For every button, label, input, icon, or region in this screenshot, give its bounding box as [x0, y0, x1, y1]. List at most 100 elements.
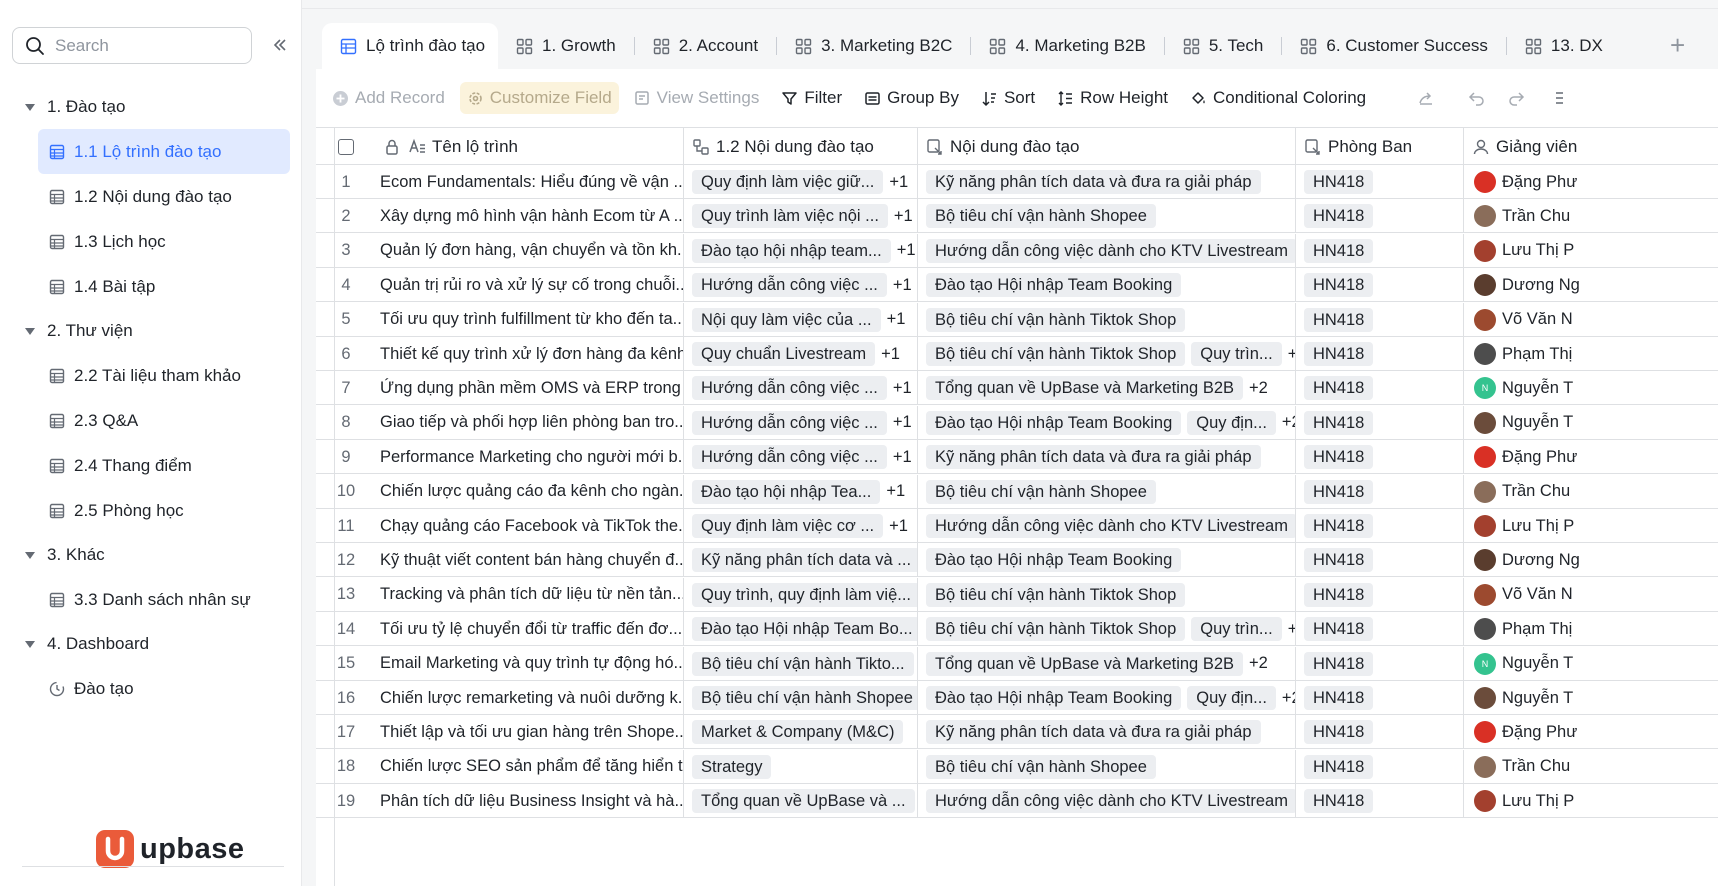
- more-options-button[interactable]: [1548, 82, 1578, 114]
- sidebar-item-1-3[interactable]: 1.3 Lịch học: [38, 219, 290, 264]
- table-row[interactable]: 5 Tối ưu quy trình fulfillment từ kho đến…: [316, 302, 1718, 337]
- share-button[interactable]: [1411, 82, 1441, 114]
- cell-phong-ban[interactable]: HN418: [1296, 405, 1464, 440]
- sidebar-item-2-2[interactable]: 2.3 Q&A: [38, 398, 290, 443]
- tab-5[interactable]: 4. Marketing B2B: [971, 23, 1163, 69]
- cell-noi-dung[interactable]: Kỹ năng phân tích data và đưa ra giải ph…: [918, 440, 1296, 475]
- cell-giang-vien[interactable]: Trần Chu: [1464, 199, 1718, 233]
- column-header-noi-dung-12[interactable]: 1.2 Nội dung đào tạo: [684, 128, 918, 165]
- cell-giang-vien[interactable]: Lưu Thị P: [1464, 234, 1718, 268]
- cell-ten-lo-trinh[interactable]: Phân tích dữ liệu Business Insight và hà…: [376, 784, 684, 819]
- cell-noi-dung-12[interactable]: Đào tạo hội nhập team... +1: [684, 233, 918, 268]
- cell-giang-vien[interactable]: N Nguyễn T: [1464, 371, 1718, 405]
- cell-noi-dung[interactable]: Bộ tiêu chí vận hành Tiktok Shop: [918, 302, 1296, 337]
- cell-giang-vien[interactable]: Võ Văn N: [1464, 303, 1718, 337]
- sidebar-item-1-2[interactable]: 1.2 Nội dung đào tạo: [38, 174, 290, 219]
- cell-noi-dung[interactable]: Đào tạo Hội nhập Team Booking: [918, 268, 1296, 303]
- cell-noi-dung-12[interactable]: Đào tạo Hội nhập Team Bo...: [684, 612, 918, 647]
- cell-ten-lo-trinh[interactable]: Chiến lược remarketing và nuôi dưỡng k..…: [376, 681, 684, 715]
- cell-ten-lo-trinh[interactable]: Tracking và phân tích dữ liệu từ nền tản…: [376, 577, 684, 612]
- sidebar-item-3-1[interactable]: 3.3 Danh sách nhân sự: [38, 577, 290, 622]
- cell-noi-dung[interactable]: Kỹ năng phân tích data và đưa ra giải ph…: [918, 715, 1296, 750]
- sidebar-item-1-1[interactable]: 1.1 Lộ trình đào tạo: [38, 129, 290, 174]
- sidebar-item-2-1[interactable]: 2.2 Tài liệu tham khảo: [38, 353, 290, 398]
- sidebar-group-1[interactable]: 1. Đào tạo: [0, 85, 302, 129]
- sidebar-item-4-1[interactable]: Đào tạo: [38, 666, 290, 711]
- cell-ten-lo-trinh[interactable]: Thiết kế quy trình xử lý đơn hàng đa kên…: [376, 337, 684, 371]
- cell-noi-dung[interactable]: Bộ tiêu chí vận hành Tiktok Shop Quy trìn…: [918, 337, 1296, 371]
- cell-giang-vien[interactable]: Đặng Phư: [1464, 440, 1718, 474]
- table-row[interactable]: 15 Email Marketing và quy trình tự động h…: [316, 646, 1718, 681]
- sidebar-group-3[interactable]: 3. Khác: [0, 533, 302, 577]
- tab-6[interactable]: 5. Tech: [1165, 23, 1282, 69]
- column-header-phong-ban[interactable]: Phòng Ban: [1296, 128, 1464, 165]
- cell-noi-dung[interactable]: Bộ tiêu chí vận hành Shopee: [918, 199, 1296, 234]
- cell-noi-dung-12[interactable]: Quy định làm việc cơ ... +1: [684, 509, 918, 543]
- table-row[interactable]: 12 Kỹ thuật viết content bán hàng chuyển …: [316, 543, 1718, 578]
- cell-noi-dung-12[interactable]: Strategy: [684, 749, 918, 784]
- cell-noi-dung-12[interactable]: Bộ tiêu chí vận hành Shopee: [684, 681, 918, 715]
- cell-giang-vien[interactable]: Phạm Thị: [1464, 337, 1718, 371]
- add-tab-button[interactable]: +: [1670, 32, 1685, 58]
- cell-noi-dung-12[interactable]: Nội quy làm việc của ... +1: [684, 302, 918, 337]
- cell-ten-lo-trinh[interactable]: Chiến lược quảng cáo đa kênh cho ngàn...: [376, 474, 684, 509]
- cell-noi-dung[interactable]: Bộ tiêu chí vận hành Shopee: [918, 474, 1296, 509]
- table-row[interactable]: 19 Phân tích dữ liệu Business Insight và …: [316, 784, 1718, 819]
- cell-noi-dung[interactable]: Hướng dẫn công việc dành cho KTV Livestr…: [918, 509, 1296, 543]
- cell-phong-ban[interactable]: HN418: [1296, 715, 1464, 750]
- cell-phong-ban[interactable]: HN418: [1296, 681, 1464, 715]
- cell-ten-lo-trinh[interactable]: Tối ưu tỷ lệ chuyển đổi từ traffic đến đ…: [376, 612, 684, 647]
- add-record-button[interactable]: Add Record: [325, 82, 452, 114]
- cell-noi-dung[interactable]: Bộ tiêu chí vận hành Shopee: [918, 749, 1296, 784]
- table-row[interactable]: 11 Chạy quảng cáo Facebook và TikTok the.…: [316, 509, 1718, 543]
- cell-phong-ban[interactable]: HN418: [1296, 784, 1464, 819]
- cell-ten-lo-trinh[interactable]: Thiết lập và tối ưu gian hàng trên Shope…: [376, 715, 684, 750]
- cell-phong-ban[interactable]: HN418: [1296, 268, 1464, 303]
- cell-noi-dung-12[interactable]: Hướng dẫn công việc ... +1: [684, 371, 918, 406]
- cell-phong-ban[interactable]: HN418: [1296, 440, 1464, 475]
- cell-ten-lo-trinh[interactable]: Tối ưu quy trình fulfillment từ kho đến …: [376, 302, 684, 337]
- tab-8[interactable]: 13. DX: [1507, 23, 1621, 69]
- cell-ten-lo-trinh[interactable]: Ứng dụng phần mềm OMS và ERP trong ...: [376, 371, 684, 406]
- cell-noi-dung-12[interactable]: Quy trình, quy định làm việ...: [684, 577, 918, 612]
- cell-ten-lo-trinh[interactable]: Chiến lược SEO sản phẩm để tăng hiển t..…: [376, 749, 684, 784]
- table-row[interactable]: 1 Ecom Fundamentals: Hiểu đúng về vận ...…: [316, 165, 1718, 199]
- table-row[interactable]: 13 Tracking và phân tích dữ liệu từ nền t…: [316, 577, 1718, 612]
- cell-noi-dung-12[interactable]: Đào tạo hội nhập Tea... +1: [684, 474, 918, 509]
- cell-giang-vien[interactable]: Đặng Phư: [1464, 715, 1718, 749]
- cell-noi-dung[interactable]: Đào tạo Hội nhập Team Booking: [918, 543, 1296, 578]
- collapse-sidebar-button[interactable]: [268, 33, 292, 57]
- cell-phong-ban[interactable]: HN418: [1296, 302, 1464, 337]
- cell-giang-vien[interactable]: Phạm Thị: [1464, 612, 1718, 646]
- column-header-noi-dung[interactable]: Nội dung đào tạo: [918, 128, 1296, 165]
- column-header-ten-lo-trinh[interactable]: Tên lộ trình: [376, 128, 684, 165]
- cell-phong-ban[interactable]: HN418: [1296, 749, 1464, 784]
- cell-giang-vien[interactable]: Lưu Thị P: [1464, 784, 1718, 818]
- cell-noi-dung-12[interactable]: Hướng dẫn công việc ... +1: [684, 268, 918, 303]
- cell-giang-vien[interactable]: Dương Ng: [1464, 543, 1718, 577]
- cell-noi-dung[interactable]: Bộ tiêu chí vận hành Tiktok Shop: [918, 577, 1296, 612]
- cell-phong-ban[interactable]: HN418: [1296, 474, 1464, 509]
- table-row[interactable]: 14 Tối ưu tỷ lệ chuyển đổi từ traffic đến…: [316, 612, 1718, 647]
- cell-noi-dung-12[interactable]: Quy định làm việc giữ... +1: [684, 165, 918, 199]
- sort-button[interactable]: Sort: [974, 82, 1042, 114]
- cell-ten-lo-trinh[interactable]: Quản lý đơn hàng, vận chuyển và tồn kh..…: [376, 233, 684, 268]
- search-box[interactable]: [12, 27, 252, 64]
- cell-noi-dung-12[interactable]: Tổng quan về UpBase và ...: [684, 784, 918, 819]
- cell-noi-dung[interactable]: Bộ tiêu chí vận hành Tiktok Shop Quy trìn…: [918, 612, 1296, 647]
- sidebar-group-2[interactable]: 2. Thư viện: [0, 309, 302, 353]
- table-row[interactable]: 16 Chiến lược remarketing và nuôi dưỡng k…: [316, 681, 1718, 715]
- tab-1[interactable]: Lộ trình đào tạo: [322, 23, 498, 69]
- cell-giang-vien[interactable]: Đặng Phư: [1464, 165, 1718, 199]
- redo-button[interactable]: [1501, 82, 1531, 114]
- cell-ten-lo-trinh[interactable]: Chạy quảng cáo Facebook và TikTok the...: [376, 509, 684, 543]
- cell-phong-ban[interactable]: HN418: [1296, 165, 1464, 199]
- group-by-button[interactable]: Group By: [857, 82, 966, 114]
- cell-noi-dung[interactable]: Tổng quan về UpBase và Marketing B2B +2: [918, 646, 1296, 681]
- cell-noi-dung[interactable]: Tổng quan về UpBase và Marketing B2B +2: [918, 371, 1296, 406]
- table-row[interactable]: 17 Thiết lập và tối ưu gian hàng trên Sho…: [316, 715, 1718, 750]
- customize-field-button[interactable]: Customize Field: [459, 82, 619, 114]
- cell-giang-vien[interactable]: Dương Ng: [1464, 268, 1718, 302]
- table-row[interactable]: 6 Thiết kế quy trình xử lý đơn hàng đa kê…: [316, 337, 1718, 371]
- table-row[interactable]: 7 Ứng dụng phần mềm OMS và ERP trong ... H…: [316, 371, 1718, 406]
